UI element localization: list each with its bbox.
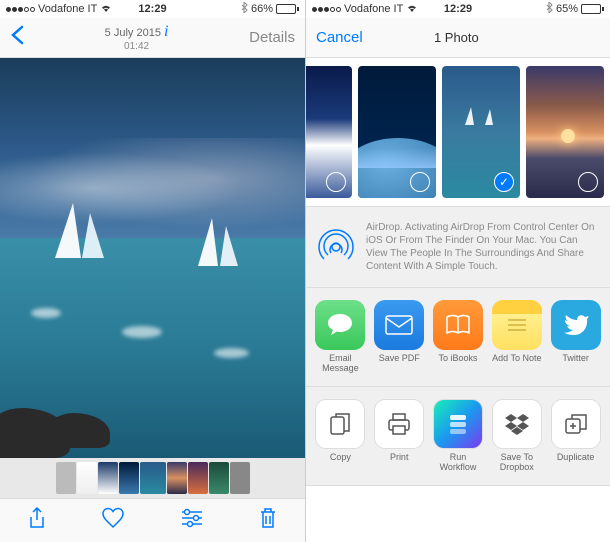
workflow-icon [433, 399, 483, 449]
battery-pct: 65% [556, 3, 578, 15]
share-button[interactable] [27, 506, 47, 536]
message-icon [315, 300, 365, 350]
delete-button[interactable] [258, 507, 278, 535]
details-button[interactable]: Details [249, 29, 295, 46]
info-icon[interactable]: i [164, 23, 168, 40]
edit-button[interactable] [180, 508, 204, 534]
bottom-toolbar [0, 498, 305, 542]
status-bar: Vodafone IT 12:29 66% [0, 0, 305, 18]
wifi-icon [100, 3, 112, 16]
share-sheet-pane: Vodafone IT 12:29 65% Cancel 1 Photo [305, 0, 610, 542]
photo-thumb-selected[interactable]: ✓ [442, 66, 520, 198]
check-icon: ✓ [494, 172, 514, 192]
action-copy[interactable]: Copy [314, 399, 367, 473]
share-ibooks[interactable]: To iBooks [432, 300, 485, 374]
thumbnail-strip[interactable] [0, 458, 305, 498]
ibooks-icon [433, 300, 483, 350]
share-message[interactable]: Email Message [314, 300, 367, 374]
twitter-icon [551, 300, 601, 350]
main-photo[interactable] [0, 58, 305, 458]
share-mail[interactable]: Save PDF [373, 300, 426, 374]
copy-icon [315, 399, 365, 449]
cancel-button[interactable]: Cancel [316, 29, 363, 46]
share-apps-row: Email Message Save PDF To iBooks Add To … [306, 288, 610, 387]
share-notes[interactable]: Add To Note [490, 300, 543, 374]
action-duplicate[interactable]: Duplicate [549, 399, 602, 473]
battery-pct: 66% [251, 3, 273, 15]
airdrop-icon [316, 227, 356, 267]
action-dropbox[interactable]: Save To Dropbox [490, 399, 543, 473]
photo-selector: ✓ [306, 58, 610, 206]
duplicate-icon [551, 399, 601, 449]
notes-icon [492, 300, 542, 350]
battery-icon [276, 4, 299, 14]
carrier-label: Vodafone IT [38, 3, 97, 15]
photo-thumb[interactable] [358, 66, 436, 198]
photo-thumb[interactable] [526, 66, 604, 198]
nav-bar: 5 July 2015 i 01:42 Details [0, 18, 305, 58]
back-button[interactable] [10, 25, 24, 51]
signal-icon [6, 7, 35, 12]
favorite-button[interactable] [101, 507, 125, 535]
battery-icon [581, 4, 604, 14]
bluetooth-icon [241, 2, 248, 16]
carrier-label: Vodafone IT [344, 3, 403, 15]
signal-icon [312, 7, 341, 12]
photo-detail-pane: Vodafone IT 12:29 66% 5 July 2015 i 01:4… [0, 0, 305, 542]
nav-title: 5 July 2015 i 01:42 [105, 23, 169, 52]
bluetooth-icon [546, 2, 553, 16]
action-workflow[interactable]: Run Workflow [432, 399, 485, 473]
airdrop-text: AirDrop. Activating AirDrop From Control… [366, 221, 600, 273]
share-nav: Cancel 1 Photo [306, 18, 610, 58]
wifi-icon [406, 3, 418, 16]
airdrop-section[interactable]: AirDrop. Activating AirDrop From Control… [306, 206, 610, 288]
photo-count: 1 Photo [363, 30, 550, 45]
mail-icon [374, 300, 424, 350]
status-time: 12:29 [138, 3, 166, 15]
photo-thumb[interactable] [306, 66, 352, 198]
share-twitter[interactable]: Twitter [549, 300, 602, 374]
print-icon [374, 399, 424, 449]
action-print[interactable]: Print [373, 399, 426, 473]
actions-row: Copy Print Run Workflow Save To Dropbox … [306, 387, 610, 486]
dropbox-icon [492, 399, 542, 449]
status-time: 12:29 [444, 3, 472, 15]
status-bar: Vodafone IT 12:29 65% [306, 0, 610, 18]
